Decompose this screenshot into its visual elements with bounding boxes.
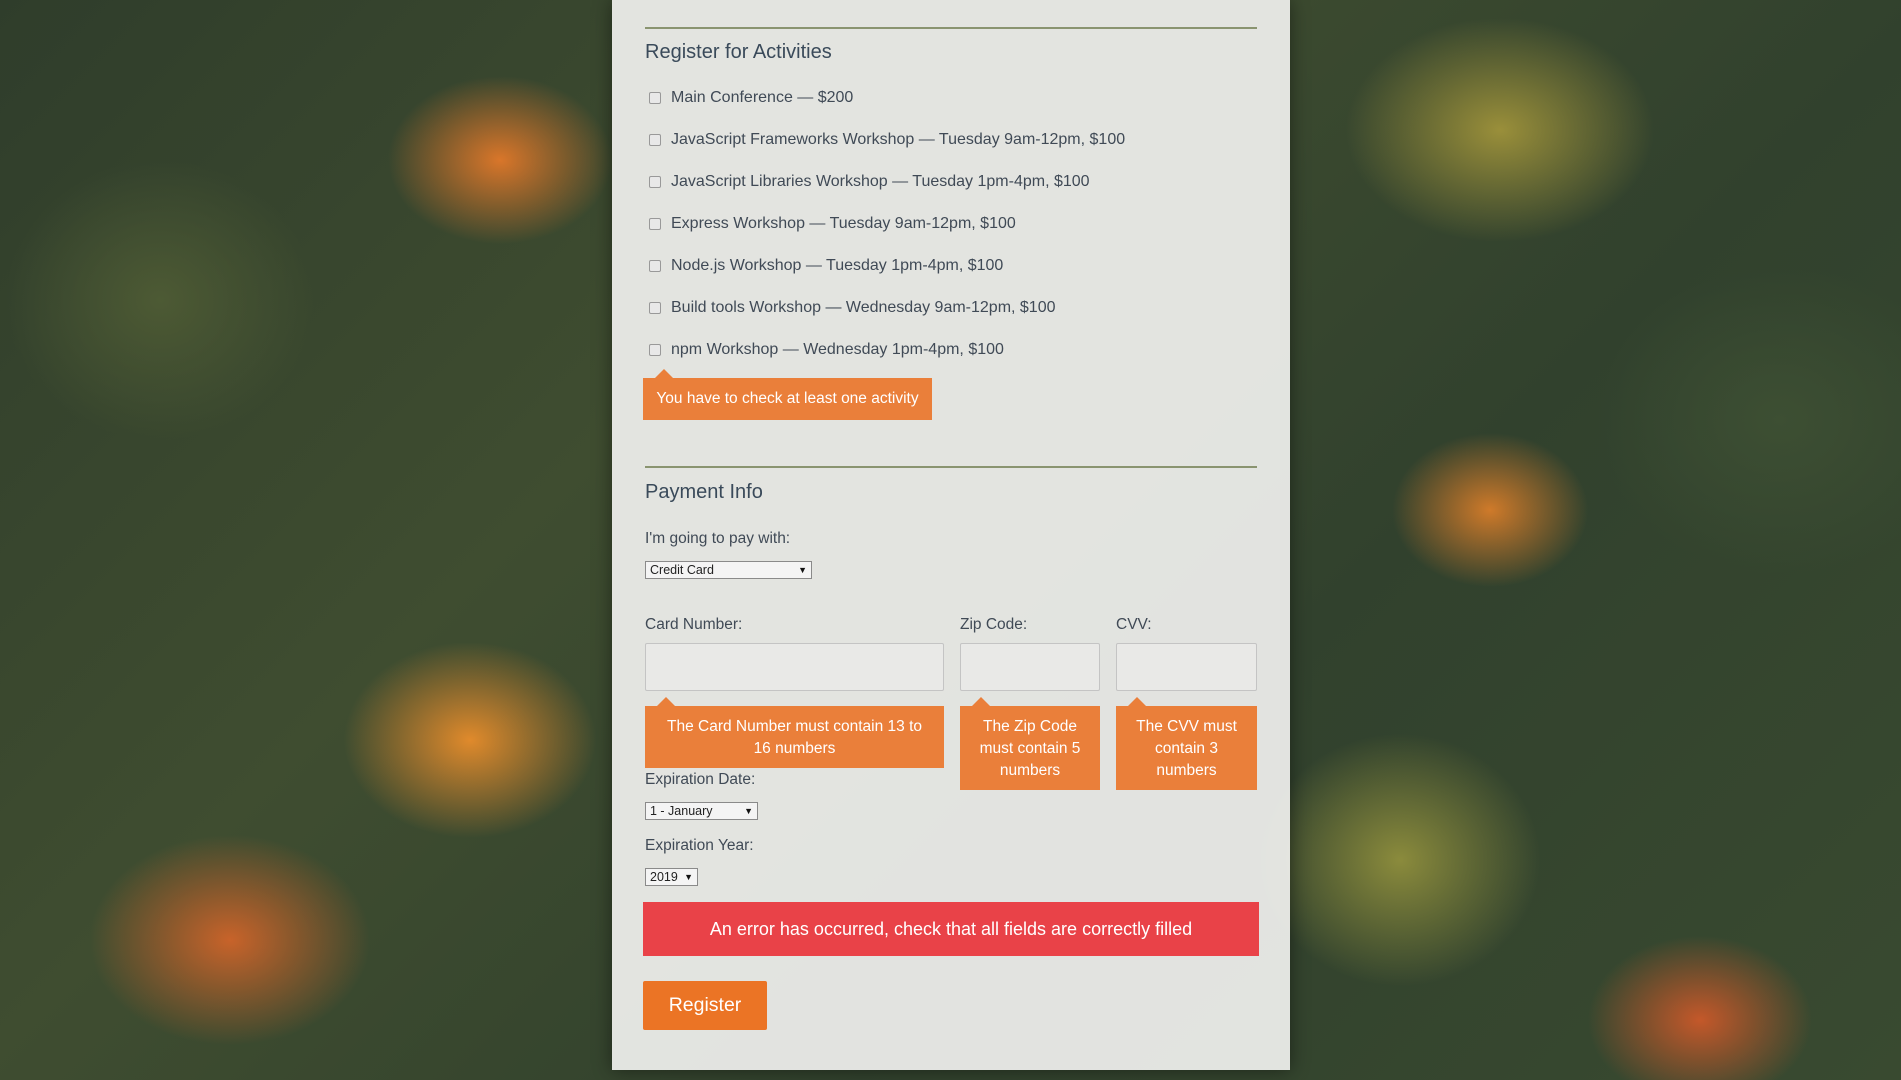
activity-label: Express Workshop — Tuesday 9am-12pm, $10… <box>671 215 1016 232</box>
activity-label: JavaScript Libraries Workshop — Tuesday … <box>671 173 1090 190</box>
register-button[interactable]: Register <box>643 981 767 1030</box>
activity-checkbox[interactable] <box>649 92 661 104</box>
form-error-banner: An error has occurred, check that all fi… <box>643 902 1259 956</box>
zip-code-label: Zip Code: <box>960 616 1028 633</box>
activity-checkbox[interactable] <box>649 344 661 356</box>
dropdown-arrow-icon: ▼ <box>744 806 753 816</box>
activity-label: JavaScript Frameworks Workshop — Tuesday… <box>671 131 1126 148</box>
activity-nodejs[interactable]: Node.js Workshop — Tuesday 1pm-4pm, $100 <box>649 257 1003 275</box>
payment-method-label: I'm going to pay with: <box>645 530 791 547</box>
dropdown-arrow-icon: ▼ <box>684 872 693 882</box>
activities-heading: Register for Activities <box>645 41 832 63</box>
activity-checkbox[interactable] <box>649 134 661 146</box>
dropdown-arrow-icon: ▼ <box>798 565 807 575</box>
expiration-year-value: 2019 <box>650 870 678 884</box>
card-number-error-tooltip: The Card Number must contain 13 to 16 nu… <box>645 697 944 768</box>
payment-method-value: Credit Card <box>650 563 714 577</box>
activities-error-tooltip: You have to check at least one activity <box>643 369 932 420</box>
registration-form-panel: Register for Activities Main Conference … <box>612 0 1290 1070</box>
activity-build-tools[interactable]: Build tools Workshop — Wednesday 9am-12p… <box>649 299 1056 317</box>
zip-code-error-tooltip: The Zip Code must contain 5 numbers <box>960 697 1100 790</box>
payment-heading: Payment Info <box>645 481 763 503</box>
expiration-year-select[interactable]: 2019 ▼ <box>645 868 698 886</box>
activity-js-libraries[interactable]: JavaScript Libraries Workshop — Tuesday … <box>649 173 1090 191</box>
expiration-date-label: Expiration Date: <box>645 771 756 788</box>
expiration-year-label: Expiration Year: <box>645 837 754 854</box>
activity-label: Main Conference — $200 <box>671 89 854 106</box>
activity-npm[interactable]: npm Workshop — Wednesday 1pm-4pm, $100 <box>649 341 1004 359</box>
activity-checkbox[interactable] <box>649 176 661 188</box>
expiration-date-select[interactable]: 1 - January ▼ <box>645 802 758 820</box>
card-number-label: Card Number: <box>645 616 743 633</box>
cvv-error-tooltip: The CVV must contain 3 numbers <box>1116 697 1257 790</box>
activity-label: npm Workshop — Wednesday 1pm-4pm, $100 <box>671 341 1004 358</box>
activity-checkbox[interactable] <box>649 302 661 314</box>
activity-checkbox[interactable] <box>649 218 661 230</box>
expiration-date-value: 1 - January <box>650 804 713 818</box>
activity-express[interactable]: Express Workshop — Tuesday 9am-12pm, $10… <box>649 215 1016 233</box>
section-divider <box>645 466 1257 468</box>
payment-method-select[interactable]: Credit Card ▼ <box>645 561 812 579</box>
activity-js-frameworks[interactable]: JavaScript Frameworks Workshop — Tuesday… <box>649 131 1125 149</box>
activity-label: Build tools Workshop — Wednesday 9am-12p… <box>671 299 1056 316</box>
cvv-input[interactable] <box>1116 643 1257 691</box>
section-divider <box>645 27 1257 29</box>
activity-checkbox[interactable] <box>649 260 661 272</box>
cvv-label: CVV: <box>1116 616 1152 633</box>
card-number-input[interactable] <box>645 643 944 691</box>
zip-code-input[interactable] <box>960 643 1100 691</box>
activity-label: Node.js Workshop — Tuesday 1pm-4pm, $100 <box>671 257 1004 274</box>
activity-main-conference[interactable]: Main Conference — $200 <box>649 89 853 107</box>
